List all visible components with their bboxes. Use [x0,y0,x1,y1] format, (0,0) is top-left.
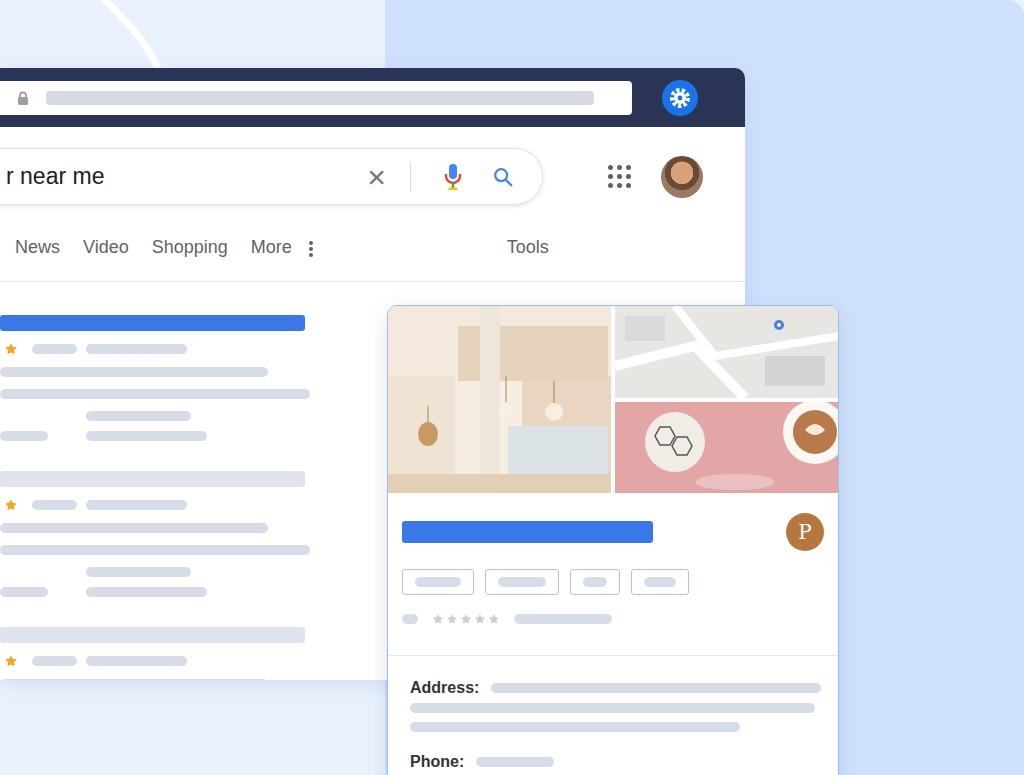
search-query[interactable]: r near me [6,159,367,194]
browser-toolbar [0,68,745,127]
search-box[interactable]: r near me× [0,148,543,205]
placeholder-bar [402,614,418,624]
action-chip[interactable] [402,569,474,595]
business-logo: P [786,513,824,551]
placeholder-bar [0,587,48,597]
placeholder-bar [0,431,48,441]
placeholder-bar [86,431,207,441]
profile-photos [388,306,838,493]
lock-icon [16,91,30,105]
detail-field: Address: [410,678,816,732]
action-chips [402,569,824,595]
result-stars [4,342,18,356]
profile-divider [388,655,838,656]
profile-details: Address: Phone: [388,656,838,772]
placeholder-bar [0,389,310,399]
result-stars [4,654,18,668]
search-icon[interactable] [492,166,514,188]
star-icon [432,613,444,625]
star-icon [4,342,18,356]
result-title[interactable] [0,315,305,331]
account-avatar[interactable] [661,156,703,198]
star-icon [460,613,472,625]
location-map[interactable] [615,306,838,398]
microphone-icon[interactable] [444,163,462,191]
placeholder-bar [415,577,461,587]
result-title[interactable] [0,471,305,487]
placeholder-bar [410,722,740,732]
placeholder-bar [86,567,191,577]
tools-button[interactable]: Tools [507,235,549,259]
placeholder-bar [86,500,187,510]
placeholder-bar [476,757,554,767]
search-tab[interactable]: Video [83,235,129,259]
placeholder-bar [0,679,268,680]
placeholder-bar [86,656,187,666]
placeholder-bar [32,500,77,510]
placeholder-bar [86,411,191,421]
detail-field: Phone: [410,752,816,772]
search-divider [410,162,411,192]
placeholder-bar [86,344,187,354]
coffee-photo[interactable] [615,402,838,493]
more-dots-icon[interactable] [308,239,314,259]
placeholder-bar [0,367,268,377]
profile-header: P [402,513,824,551]
placeholder-bar [0,523,268,533]
action-chip[interactable] [485,569,559,595]
gear-icon [668,86,692,110]
placeholder-bar [32,344,77,354]
placeholder-bar [514,614,612,624]
search-tab[interactable]: More [251,235,292,259]
result-stars [4,498,18,512]
field-label: Address: [410,678,479,698]
settings-button[interactable] [662,80,698,116]
star-icon [4,498,18,512]
action-chip[interactable] [570,569,620,595]
placeholder-bar [498,577,546,587]
clear-button[interactable]: × [367,161,386,193]
star-icon [446,613,458,625]
placeholder-bar [46,91,594,105]
placeholder-bar [583,577,607,587]
star-icon [474,613,486,625]
business-profile-card[interactable]: P Address: Phone: [387,305,839,775]
profile-rating [402,613,824,625]
interior-photo[interactable] [388,306,611,493]
field-label: Phone: [410,752,464,772]
star-icon [488,613,500,625]
placeholder-bar [86,587,207,597]
placeholder-bar [410,703,815,713]
apps-grid-icon[interactable] [608,165,631,188]
placeholder-bar [491,683,821,693]
search-tab[interactable]: Shopping [152,235,228,259]
placeholder-bar [0,545,310,555]
search-row: r near me× [0,148,745,205]
result-title[interactable] [0,627,305,643]
placeholder-bar [644,577,676,587]
star-icon [4,654,18,668]
search-tab[interactable]: News [15,235,60,259]
rating-stars [432,613,500,625]
decor-arc [95,0,175,72]
business-name[interactable] [402,521,653,543]
address-bar[interactable] [0,81,632,115]
placeholder-bar [32,656,77,666]
action-chip[interactable] [631,569,689,595]
search-tabs: News Video Shopping More Tools [0,229,745,282]
profile-body: P [388,493,838,656]
